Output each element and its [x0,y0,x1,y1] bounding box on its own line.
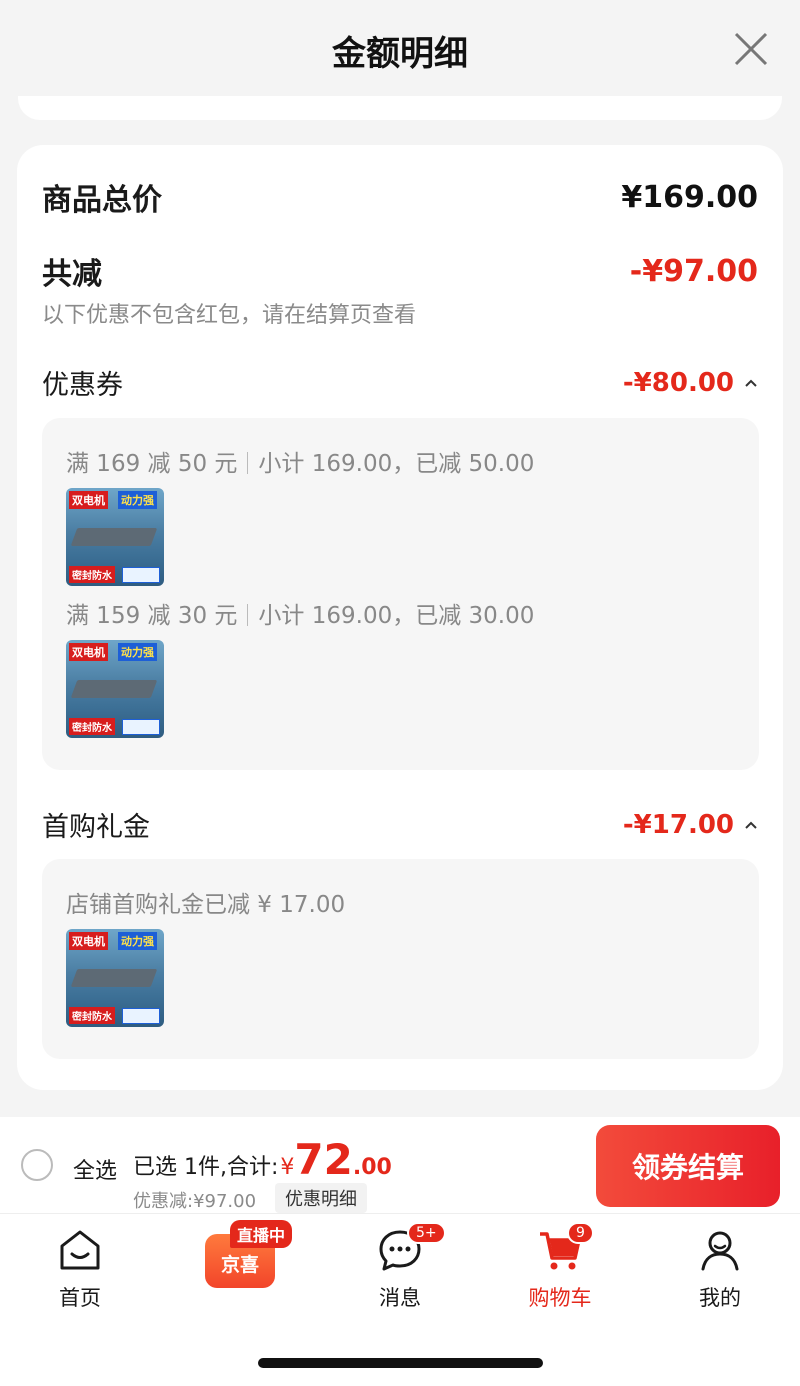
total-currency: ¥ [280,1155,295,1180]
thumb-tag: 密封防水 [69,1007,115,1024]
chevron-up-icon[interactable] [744,378,758,388]
thumb-tag: 动力强 [118,643,157,661]
tab-messages-label: 消息 [379,1286,421,1310]
chevron-up-icon[interactable] [744,820,758,830]
product-thumbnail[interactable]: 双电机 动力强 密封防水 [66,488,164,586]
product-thumbnail[interactable]: 双电机 动力强 密封防水 [66,640,164,738]
coupon-rule-1: 满 169 减 50 元小计 169.00，已减 50.00 [66,444,534,478]
modal-header: 金额明细 [0,0,800,96]
coupon-rule-condition: 满 169 减 50 元 [66,451,238,477]
total-summary: 已选 1件,合计: ¥ 72 .00 [133,1135,392,1184]
total-integer: 72 [294,1135,353,1184]
reduce-value: -¥97.00 [629,253,758,289]
thumb-tag: 密封防水 [69,718,115,735]
product-thumbnail[interactable]: 双电机 动力强 密封防水 [66,929,164,1027]
thumb-tag: 双电机 [69,491,108,509]
select-all-label[interactable]: 全选 [73,1153,117,1185]
live-badge: 直播中 [230,1220,293,1248]
amount-detail-card: 商品总价 ¥169.00 共减 -¥97.00 以下优惠不包含红包，请在结算页查… [17,145,783,1090]
user-icon [701,1231,739,1271]
total-value: ¥169.00 [621,179,758,215]
checkout-button[interactable]: 领券结算 [596,1125,780,1207]
discount-detail-button[interactable]: 优惠明细 [275,1183,367,1213]
selected-text: 已选 1件,合计: [133,1155,279,1180]
first-buy-detail-box: 店铺首购礼金已减 ¥ 17.00 双电机 动力强 密封防水 [42,859,759,1059]
thumb-tag: 双电机 [69,643,108,661]
tab-cart[interactable]: 购物车 9 [505,1222,615,1312]
coupon-rule-detail: 小计 169.00，已减 30.00 [258,603,535,629]
tab-home-label: 首页 [59,1286,101,1310]
tab-home[interactable]: 首页 [25,1226,135,1312]
thumb-tag: 双电机 [69,932,108,950]
reduce-label: 共减 [42,257,102,292]
thumb-tag: 密封防水 [69,566,115,583]
coupon-label: 优惠券 [42,370,123,401]
coupon-rule-2: 满 159 减 30 元小计 169.00，已减 30.00 [66,596,534,630]
home-indicator[interactable] [258,1358,543,1368]
tab-messages[interactable]: 消息 5+ [345,1222,455,1312]
tab-cart-label: 购物车 [528,1286,592,1310]
jingxi-label: 京喜 [220,1254,259,1276]
close-icon[interactable] [732,30,770,68]
page-title: 金额明细 [332,34,468,74]
divider [247,452,249,474]
first-buy-value-group: -¥17.00 [623,810,758,840]
bottom-tabbar: 首页 京喜 直播中 消息 5+ 购物车 9 我的 [0,1214,800,1386]
divider [247,604,249,626]
thumb-box [122,567,160,583]
total-label: 商品总价 [42,183,162,218]
coupon-value: -¥80.00 [622,367,734,398]
coupon-rule-condition: 满 159 减 30 元 [66,603,238,629]
first-buy-value: -¥17.00 [622,809,734,840]
total-row: 商品总价 ¥169.00 [42,175,758,219]
messages-badge: 5+ [407,1222,446,1244]
thumb-tag: 动力强 [118,932,157,950]
first-buy-row[interactable]: 首购礼金 -¥17.00 [42,805,758,844]
ship-shape [70,680,158,698]
ship-shape [70,528,158,546]
thumb-box [122,719,160,735]
reduce-row: 共减 -¥97.00 [42,249,758,293]
checkout-bar: 全选 已选 1件,合计: ¥ 72 .00 优惠减:¥97.00 优惠明细 领券… [0,1117,800,1214]
select-all-radio[interactable] [21,1149,53,1181]
discount-summary: 优惠减:¥97.00 [133,1191,257,1212]
thumb-tag: 动力强 [118,491,157,509]
coupon-rule-detail: 小计 169.00，已减 50.00 [258,451,535,477]
thumb-box [122,1008,160,1024]
cart-badge: 9 [567,1222,594,1244]
coupon-detail-box: 满 169 减 50 元小计 169.00，已减 50.00 双电机 动力强 密… [42,418,759,770]
tab-mine-label: 我的 [699,1286,741,1310]
first-buy-label: 首购礼金 [42,812,150,843]
first-buy-detail: 店铺首购礼金已减 ¥ 17.00 [66,892,346,918]
discount-note: 以下优惠不包含红包，请在结算页查看 [42,303,417,328]
ship-shape [70,969,158,987]
tab-mine[interactable]: 我的 [665,1226,775,1312]
coupon-value-group: -¥80.00 [623,368,758,398]
previous-card-edge [18,96,782,120]
coupon-row[interactable]: 优惠券 -¥80.00 [42,363,758,402]
home-icon [60,1230,100,1270]
total-decimal: .00 [352,1155,392,1180]
